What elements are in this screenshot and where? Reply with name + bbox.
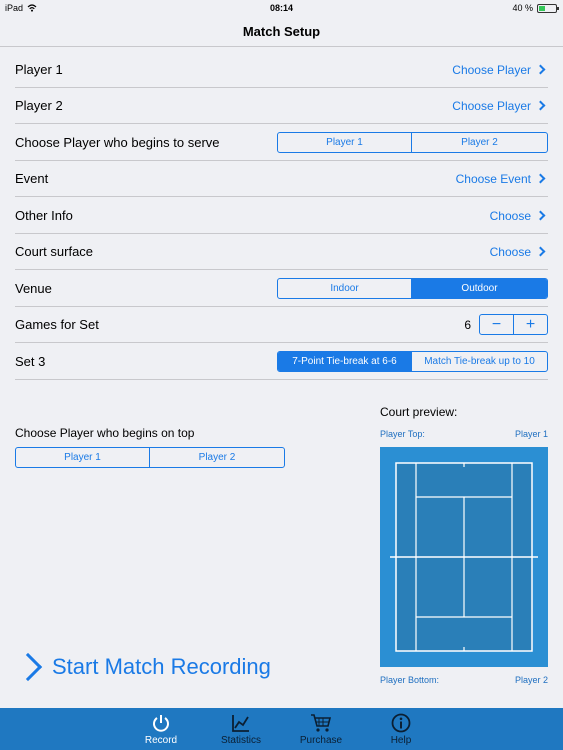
choose-event-link[interactable]: Choose Event <box>456 172 548 186</box>
choose-other-info-link[interactable]: Choose <box>490 209 548 223</box>
set3-option-match-tiebreak[interactable]: Match Tie-break up to 10 <box>412 352 547 371</box>
court-preview <box>380 447 548 667</box>
event-label: Event <box>15 171 49 186</box>
chart-icon <box>232 714 249 732</box>
serve-row: Choose Player who begins to serve Player… <box>15 125 548 161</box>
venue-segmented-control[interactable]: Indoor Outdoor <box>277 278 548 299</box>
battery-icon <box>537 3 559 13</box>
navigation-bar: Match Setup <box>0 16 563 47</box>
player-top-value: Player 1 <box>514 429 548 439</box>
serve-option-player2[interactable]: Player 2 <box>412 133 547 152</box>
choose-player1-link[interactable]: Choose Player <box>452 63 548 77</box>
chevron-right-icon <box>535 246 546 257</box>
power-icon <box>153 714 169 732</box>
venue-option-outdoor[interactable]: Outdoor <box>412 279 547 298</box>
court-preview-title: Court preview: <box>380 405 458 419</box>
serve-label: Choose Player who begins to serve <box>15 135 220 150</box>
page-title: Match Setup <box>242 23 321 39</box>
status-bar: iPad 08:14 40 % <box>0 0 563 16</box>
tab-help[interactable]: Help <box>361 708 441 750</box>
player-bottom-label: Player Bottom: <box>380 675 440 685</box>
venue-option-indoor[interactable]: Indoor <box>278 279 412 298</box>
other-info-row[interactable]: Other Info Choose <box>15 198 548 234</box>
tab-record[interactable]: Record <box>121 708 201 750</box>
tennis-court-diagram <box>390 462 538 652</box>
tab-bar: Record Statistics Purchase Help <box>0 708 563 750</box>
player2-row[interactable]: Player 2 Choose Player <box>15 88 548 124</box>
increment-button[interactable]: + <box>514 315 547 334</box>
decrement-button[interactable]: − <box>480 315 514 334</box>
ontop-option-player2[interactable]: Player 2 <box>150 448 284 467</box>
battery-percent: 40 % <box>512 3 533 13</box>
chevron-right-icon <box>535 173 546 184</box>
player-top-row: Player Top: Player 1 <box>380 429 548 439</box>
chevron-right-icon <box>13 652 43 682</box>
serve-option-player1[interactable]: Player 1 <box>278 133 412 152</box>
chevron-right-icon <box>535 64 546 75</box>
choose-court-surface-link[interactable]: Choose <box>490 245 548 259</box>
games-stepper[interactable]: − + <box>479 314 548 335</box>
clock: 08:14 <box>269 3 294 13</box>
other-info-label: Other Info <box>15 208 73 223</box>
set3-option-tiebreak-6-6[interactable]: 7-Point Tie-break at 6-6 <box>278 352 412 371</box>
ontop-label: Choose Player who begins on top <box>15 426 195 440</box>
player1-label: Player 1 <box>15 62 63 77</box>
games-for-set-label: Games for Set <box>15 317 99 332</box>
tab-purchase[interactable]: Purchase <box>281 708 361 750</box>
venue-label: Venue <box>15 281 52 296</box>
chevron-right-icon <box>535 100 546 111</box>
court-surface-label: Court surface <box>15 244 94 259</box>
tab-statistics[interactable]: Statistics <box>201 708 281 750</box>
cart-icon <box>311 713 332 732</box>
start-match-recording-button[interactable]: Start Match Recording <box>13 652 271 682</box>
court-surface-row[interactable]: Court surface Choose <box>15 234 548 270</box>
player-bottom-value: Player 2 <box>514 675 548 685</box>
venue-row: Venue Indoor Outdoor <box>15 271 548 307</box>
games-for-set-value: 6 <box>464 317 471 332</box>
player1-row[interactable]: Player 1 Choose Player <box>15 52 548 88</box>
set3-label: Set 3 <box>15 354 46 369</box>
player-top-label: Player Top: <box>380 429 425 439</box>
ontop-option-player1[interactable]: Player 1 <box>16 448 150 467</box>
player2-label: Player 2 <box>15 98 63 113</box>
set3-row: Set 3 7-Point Tie-break at 6-6 Match Tie… <box>15 344 548 380</box>
player-bottom-row: Player Bottom: Player 2 <box>380 675 548 685</box>
info-icon <box>391 713 411 732</box>
choose-player2-link[interactable]: Choose Player <box>452 99 548 113</box>
serve-segmented-control[interactable]: Player 1 Player 2 <box>277 132 548 153</box>
ontop-segmented-control[interactable]: Player 1 Player 2 <box>15 447 285 468</box>
games-for-set-row: Games for Set 6 − + <box>15 307 548 343</box>
set3-segmented-control[interactable]: 7-Point Tie-break at 6-6 Match Tie-break… <box>277 351 548 372</box>
chevron-right-icon <box>535 210 546 221</box>
event-row[interactable]: Event Choose Event <box>15 161 548 197</box>
start-match-recording-label: Start Match Recording <box>52 654 271 679</box>
